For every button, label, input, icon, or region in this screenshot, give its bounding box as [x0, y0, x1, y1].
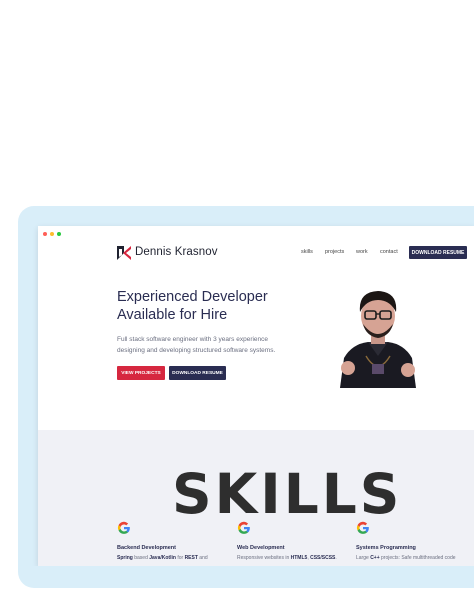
browser-titlebar — [38, 226, 474, 242]
desc-text: projects: Safe multithreaded code — [379, 555, 456, 561]
google-icon — [237, 521, 250, 534]
skill-card-title: Web Development — [237, 545, 285, 551]
desc-strong: HTML5 — [290, 555, 308, 561]
nav-link-skills[interactable]: skills — [301, 249, 313, 255]
hero-subtitle-line1: Full stack software engineer with 3 year… — [117, 336, 269, 343]
desc-strong: C++ — [370, 555, 380, 561]
hero-subtitle-line2: designing and developing structured soft… — [117, 347, 276, 354]
nav-link-work[interactable]: work — [356, 249, 368, 255]
nav-link-contact[interactable]: contact — [380, 249, 398, 255]
hero-title-line2: Available for Hire — [117, 307, 228, 323]
hero-subtitle: Full stack software engineer with 3 year… — [117, 334, 317, 356]
desc-text: . — [335, 555, 337, 561]
skill-card-description: Large C++ projects: Safe multithreaded c… — [356, 555, 474, 562]
portrait-illustration — [338, 286, 418, 388]
desc-strong: CSS/SCSS — [310, 555, 336, 561]
skill-card-title: Systems Programming — [356, 545, 416, 551]
skill-card-title: Backend Development — [117, 545, 176, 551]
frame-bottom — [18, 566, 474, 588]
google-icon — [117, 521, 130, 534]
desc-text: and — [197, 555, 208, 561]
dk-logo-icon[interactable] — [117, 246, 131, 260]
hero-download-resume-button[interactable]: DOWNLOAD RESUME — [169, 366, 226, 380]
hero-title: Experienced Developer Available for Hire — [117, 288, 317, 324]
nav-download-resume-button[interactable]: DOWNLOAD RESUME — [409, 246, 467, 259]
desc-strong: Java/Kotlin — [149, 555, 176, 561]
desc-strong: REST — [184, 555, 198, 561]
site-nav: Dennis Krasnov skills projects work cont… — [38, 242, 474, 264]
view-projects-button[interactable]: VIEW PROJECTS — [117, 366, 165, 380]
skill-card-description: Responsive websites in HTML5, CSS/SCSS. — [237, 555, 357, 562]
google-icon — [356, 521, 369, 534]
nav-link-projects[interactable]: projects — [325, 249, 344, 255]
hero-title-line1: Experienced Developer — [117, 289, 268, 305]
close-dot[interactable] — [43, 232, 47, 236]
skill-card-description: Spring based Java/Kotlin for REST and — [117, 555, 237, 562]
desc-text: Responsive websites in — [237, 555, 291, 561]
desc-text: Large — [356, 555, 371, 561]
brand-name[interactable]: Dennis Krasnov — [135, 246, 218, 258]
desc-text: based — [132, 555, 150, 561]
desc-text: for — [175, 555, 185, 561]
minimize-dot[interactable] — [50, 232, 54, 236]
maximize-dot[interactable] — [57, 232, 61, 236]
stage: Dennis Krasnov skills projects work cont… — [0, 0, 474, 600]
desc-strong: Spring — [117, 555, 133, 561]
skills-heading: SKILLS — [172, 462, 403, 526]
